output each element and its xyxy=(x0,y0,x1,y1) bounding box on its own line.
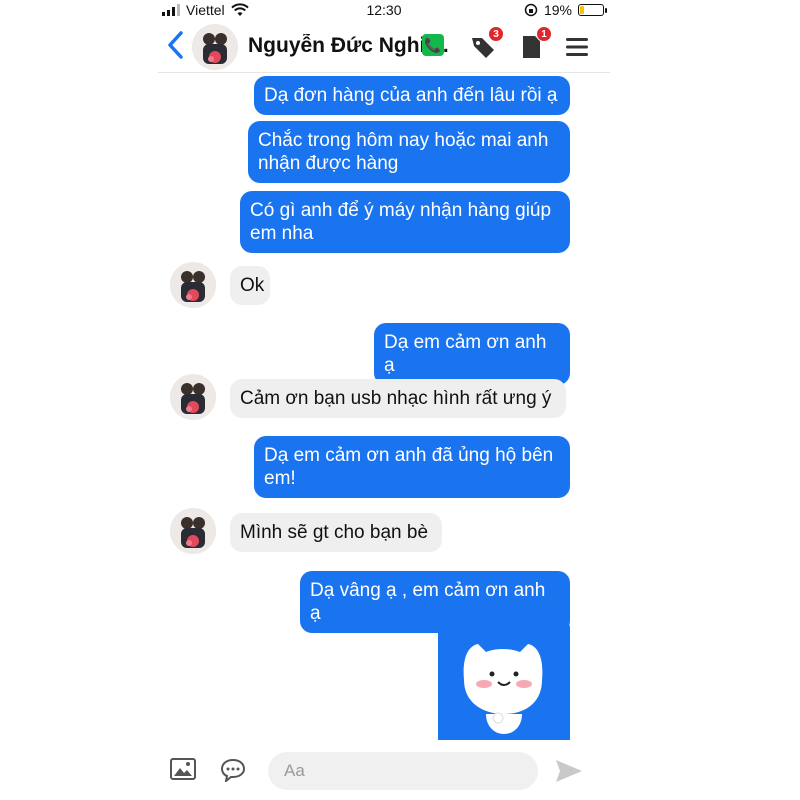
tags-badge: 3 xyxy=(488,26,504,42)
contact-avatar[interactable] xyxy=(170,374,216,420)
battery-icon xyxy=(578,4,607,16)
tags-button[interactable]: 3 xyxy=(468,26,504,62)
pages-button[interactable]: 1 xyxy=(516,26,552,62)
message-bubble-outgoing[interactable]: Có gì anh để ý máy nhận hàng giúp em nha xyxy=(240,191,570,253)
message-bubble-incoming[interactable]: Mình sẽ gt cho bạn bè xyxy=(230,513,442,552)
chat-bubble-icon[interactable] xyxy=(220,758,246,782)
message-bubble-incoming[interactable]: Ok xyxy=(230,266,270,305)
message-bubble-outgoing[interactable]: Dạ em cảm ơn anh đã ủng hộ bên em! xyxy=(254,436,570,498)
status-bar: Viettel 12:30 19% xyxy=(158,0,610,22)
message-bubble-outgoing[interactable]: Dạ đơn hàng của anh đến lâu rồi ạ xyxy=(254,76,570,115)
send-icon[interactable] xyxy=(554,758,584,784)
cat-sticker[interactable] xyxy=(438,618,570,740)
message-bubble-incoming[interactable]: Cảm ơn bạn usb nhạc hình rất ưng ý xyxy=(230,379,566,418)
message-bubble-outgoing[interactable]: Chắc trong hôm nay hoặc mai anh nhận đượ… xyxy=(248,121,570,183)
rotation-lock-icon xyxy=(524,3,538,17)
pages-badge: 1 xyxy=(536,26,552,42)
message-input[interactable]: Aa xyxy=(268,752,538,790)
image-icon[interactable] xyxy=(170,758,196,780)
message-bubble-outgoing[interactable]: Dạ em cảm ơn anh ạ xyxy=(374,323,570,385)
contact-name[interactable]: Nguyễn Đức Nghiệ... xyxy=(248,34,448,58)
battery-fill xyxy=(580,6,584,14)
back-chevron-icon[interactable] xyxy=(164,30,188,60)
contact-avatar[interactable] xyxy=(192,24,238,70)
conversation-header: Nguyễn Đức Nghiệ... 📞 3 1 xyxy=(158,22,610,73)
phone-icon: 📞 xyxy=(422,34,444,56)
status-right: 19% xyxy=(524,2,607,18)
contact-avatar[interactable] xyxy=(170,508,216,554)
message-composer: Aa xyxy=(158,742,610,800)
chat-screen: Viettel 12:30 19% Nguyễn Đức Nghiệ... 📞 … xyxy=(158,0,610,800)
contact-avatar[interactable] xyxy=(170,262,216,308)
menu-icon[interactable] xyxy=(562,32,592,62)
battery-percent: 19% xyxy=(543,2,572,18)
